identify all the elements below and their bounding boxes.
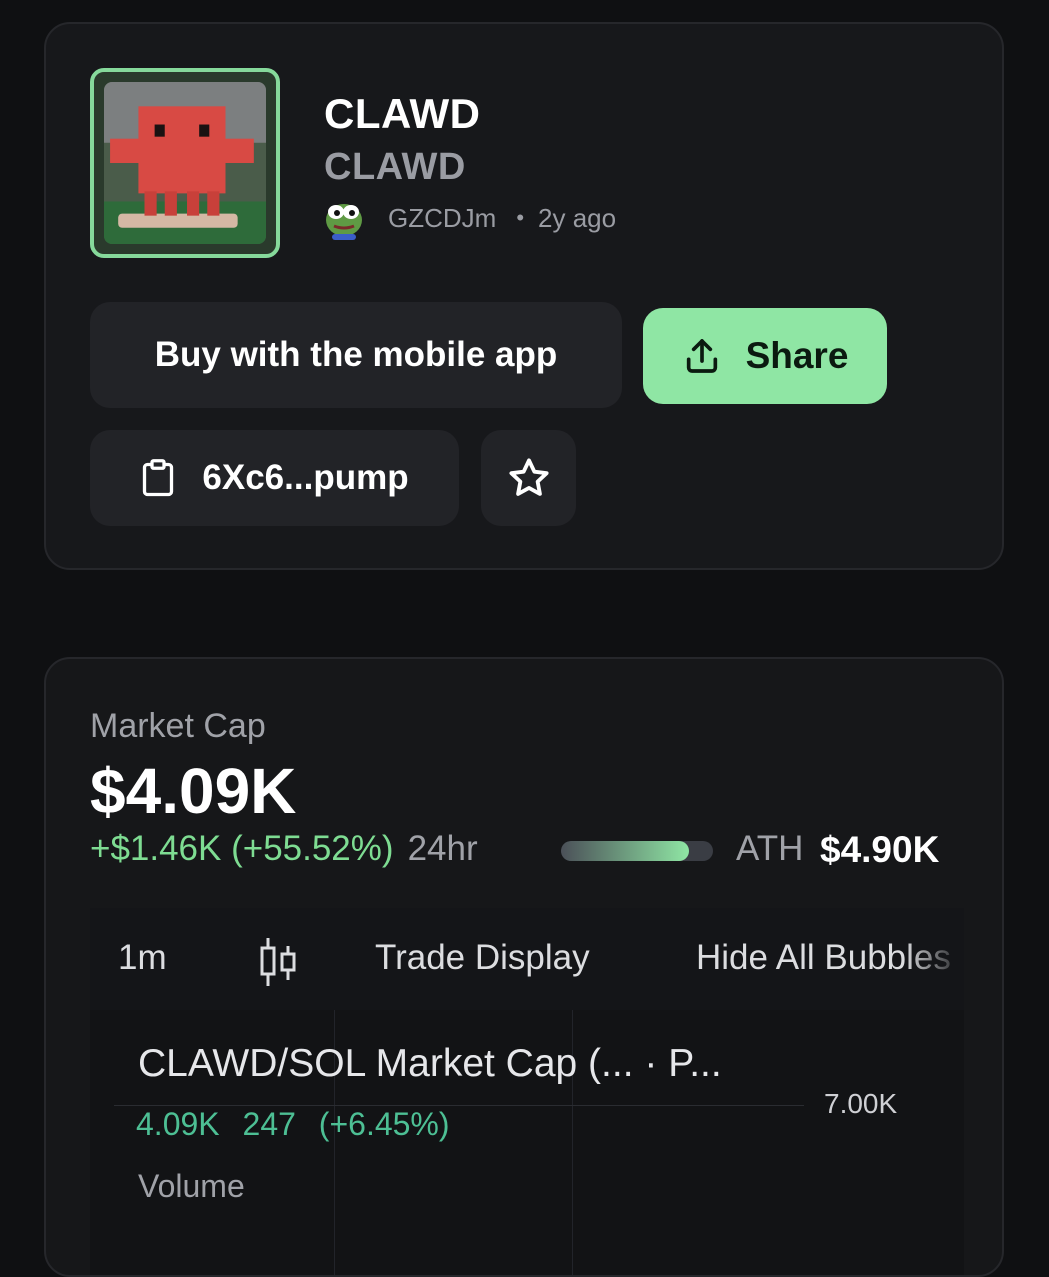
frog-avatar-icon[interactable] <box>324 196 364 240</box>
upload-icon <box>686 339 717 373</box>
ath-label: ATH <box>736 829 804 868</box>
candlestick-icon[interactable] <box>256 934 300 994</box>
ath-progress-bar <box>561 841 713 861</box>
toolbar-fade <box>904 908 964 1010</box>
chart-change-abs: 247 <box>242 1106 296 1142</box>
market-cap-value: $4.09K <box>90 755 297 827</box>
token-avatar[interactable] <box>90 68 280 258</box>
copy-contract-button[interactable]: 6Xc6...pump <box>90 430 459 526</box>
buy-button-label: Buy with the mobile app <box>154 335 558 374</box>
separator-dot: • <box>516 205 525 230</box>
token-ticker: CLAWD <box>324 146 466 188</box>
share-button-label: Share <box>745 335 849 376</box>
ath-progress-fill <box>561 841 689 861</box>
buy-mobile-app-button[interactable]: Buy with the mobile app <box>90 302 622 408</box>
creator-name[interactable]: GZCDJm <box>388 203 496 234</box>
share-button[interactable]: Share <box>643 308 887 404</box>
price-chart[interactable]: 1m Trade Display Hide All Bubbles CLAWD/… <box>90 908 964 1275</box>
clipboard-icon <box>143 459 174 497</box>
star-icon <box>508 458 549 496</box>
creator-row: GZCDJm • 2y ago <box>324 196 616 240</box>
market-change-value: +$1.46K (+55.52%) <box>90 829 394 868</box>
interval-button[interactable]: 1m <box>118 938 167 978</box>
token-age: 2y ago <box>538 202 617 233</box>
ath-value: $4.90K <box>820 829 940 870</box>
chart-toolbar: 1m Trade Display Hide All Bubbles <box>90 908 964 1010</box>
token-image <box>104 82 266 244</box>
chart-change-pct: (+6.45%) <box>318 1106 450 1142</box>
favorite-button[interactable] <box>481 430 576 526</box>
market-card: Market Cap $4.09K +$1.46K (+55.52%) 24hr… <box>44 657 1004 1277</box>
market-change-period: 24hr <box>407 829 478 868</box>
market-change-row: +$1.46K (+55.52%) 24hr <box>90 829 478 869</box>
market-cap-label: Market Cap <box>90 707 266 745</box>
chart-stats: 4.09K 247 (+6.45%) <box>136 1106 464 1143</box>
token-name: CLAWD <box>324 90 481 137</box>
chart-value: 4.09K <box>136 1106 220 1142</box>
chart-title: CLAWD/SOL Market Cap (... · P... <box>138 1042 722 1085</box>
trade-display-button[interactable]: Trade Display <box>375 938 590 978</box>
volume-label: Volume <box>138 1168 245 1204</box>
price-axis-tick: 7.00K <box>824 1088 898 1119</box>
contract-address: 6Xc6...pump <box>202 458 409 497</box>
token-card: CLAWD CLAWD GZCDJm • 2y ago Buy with the… <box>44 22 1004 570</box>
